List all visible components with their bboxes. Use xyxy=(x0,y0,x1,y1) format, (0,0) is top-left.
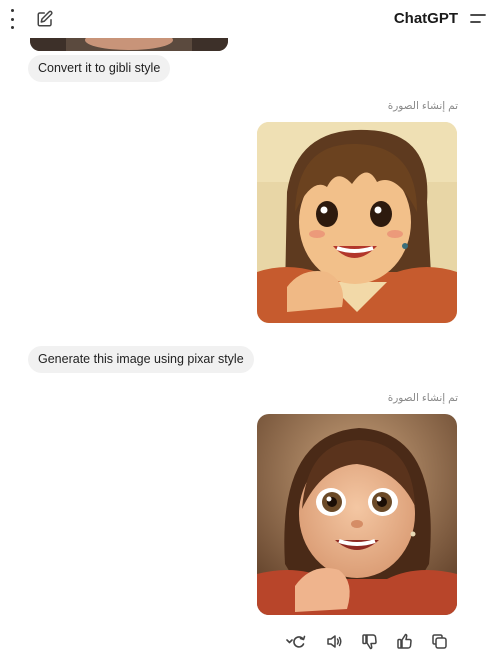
image-created-status: تم إنشاء الصورة xyxy=(387,392,458,404)
generated-image-pixar[interactable] xyxy=(257,414,457,615)
user-message: Convert it to gibli style xyxy=(28,55,171,82)
previous-image[interactable] xyxy=(30,38,228,51)
regenerate-icon[interactable] xyxy=(286,633,308,650)
generated-image-ghibli[interactable] xyxy=(257,122,457,323)
copy-icon[interactable] xyxy=(431,633,448,650)
user-message: Generate this image using pixar style xyxy=(28,346,254,373)
thumbs-up-icon[interactable] xyxy=(396,633,413,650)
image-created-status: تم إنشاء الصورة xyxy=(387,100,458,112)
more-vertical-icon[interactable] xyxy=(6,9,18,29)
edit-icon[interactable] xyxy=(36,10,54,28)
app-title: ChatGPT xyxy=(393,10,458,27)
thumbs-down-icon[interactable] xyxy=(361,633,378,650)
sidebar-toggle-icon[interactable] xyxy=(470,12,486,26)
read-aloud-icon[interactable] xyxy=(326,633,343,650)
top-bar: ChatGPT xyxy=(0,0,500,40)
message-actions xyxy=(286,633,448,650)
